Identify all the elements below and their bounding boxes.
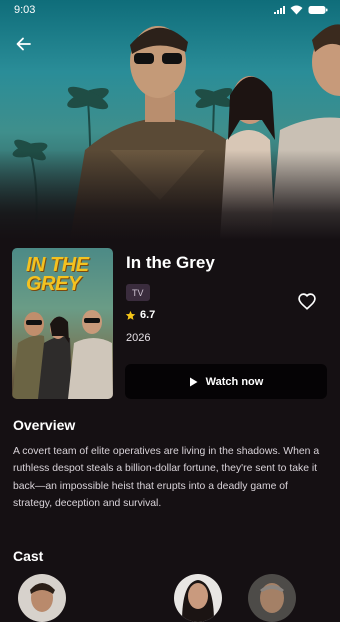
favorite-button[interactable]	[295, 290, 319, 312]
hero-backdrop	[0, 0, 340, 240]
rating-value: 6.7	[140, 309, 156, 321]
cast-list	[0, 574, 340, 622]
type-badge: TV	[126, 284, 150, 301]
overview-text: A covert team of elite operatives are li…	[13, 446, 320, 509]
wifi-icon	[290, 5, 303, 15]
play-icon	[189, 377, 198, 386]
cast-photo	[260, 583, 284, 613]
cast-heading: Cast	[13, 548, 44, 564]
release-year: 2026	[126, 332, 151, 344]
poster-image: IN THE GREY	[12, 248, 113, 399]
heart-icon	[298, 293, 316, 310]
cast-avatar[interactable]	[18, 574, 66, 622]
back-button[interactable]	[10, 31, 36, 57]
star-icon	[125, 310, 136, 320]
watch-now-label: Watch now	[205, 375, 264, 388]
movie-title: In the Grey	[126, 253, 215, 272]
cast-photo	[30, 583, 55, 612]
overview-heading: Overview	[13, 417, 76, 433]
hero-fade	[0, 150, 340, 240]
poster-title: IN THE GREY	[26, 254, 89, 295]
status-icons	[273, 5, 328, 15]
battery-icon	[308, 6, 328, 14]
back-arrow-icon	[16, 37, 31, 51]
signal-icon	[274, 6, 285, 14]
status-time: 9:03	[14, 4, 36, 16]
watch-now-button[interactable]: Watch now	[125, 364, 327, 399]
cast-avatar[interactable]	[248, 574, 296, 622]
rating: 6.7	[125, 309, 155, 321]
status-bar: 9:03	[0, 0, 340, 20]
cast-avatar[interactable]	[174, 574, 222, 622]
cast-photo	[182, 580, 214, 622]
